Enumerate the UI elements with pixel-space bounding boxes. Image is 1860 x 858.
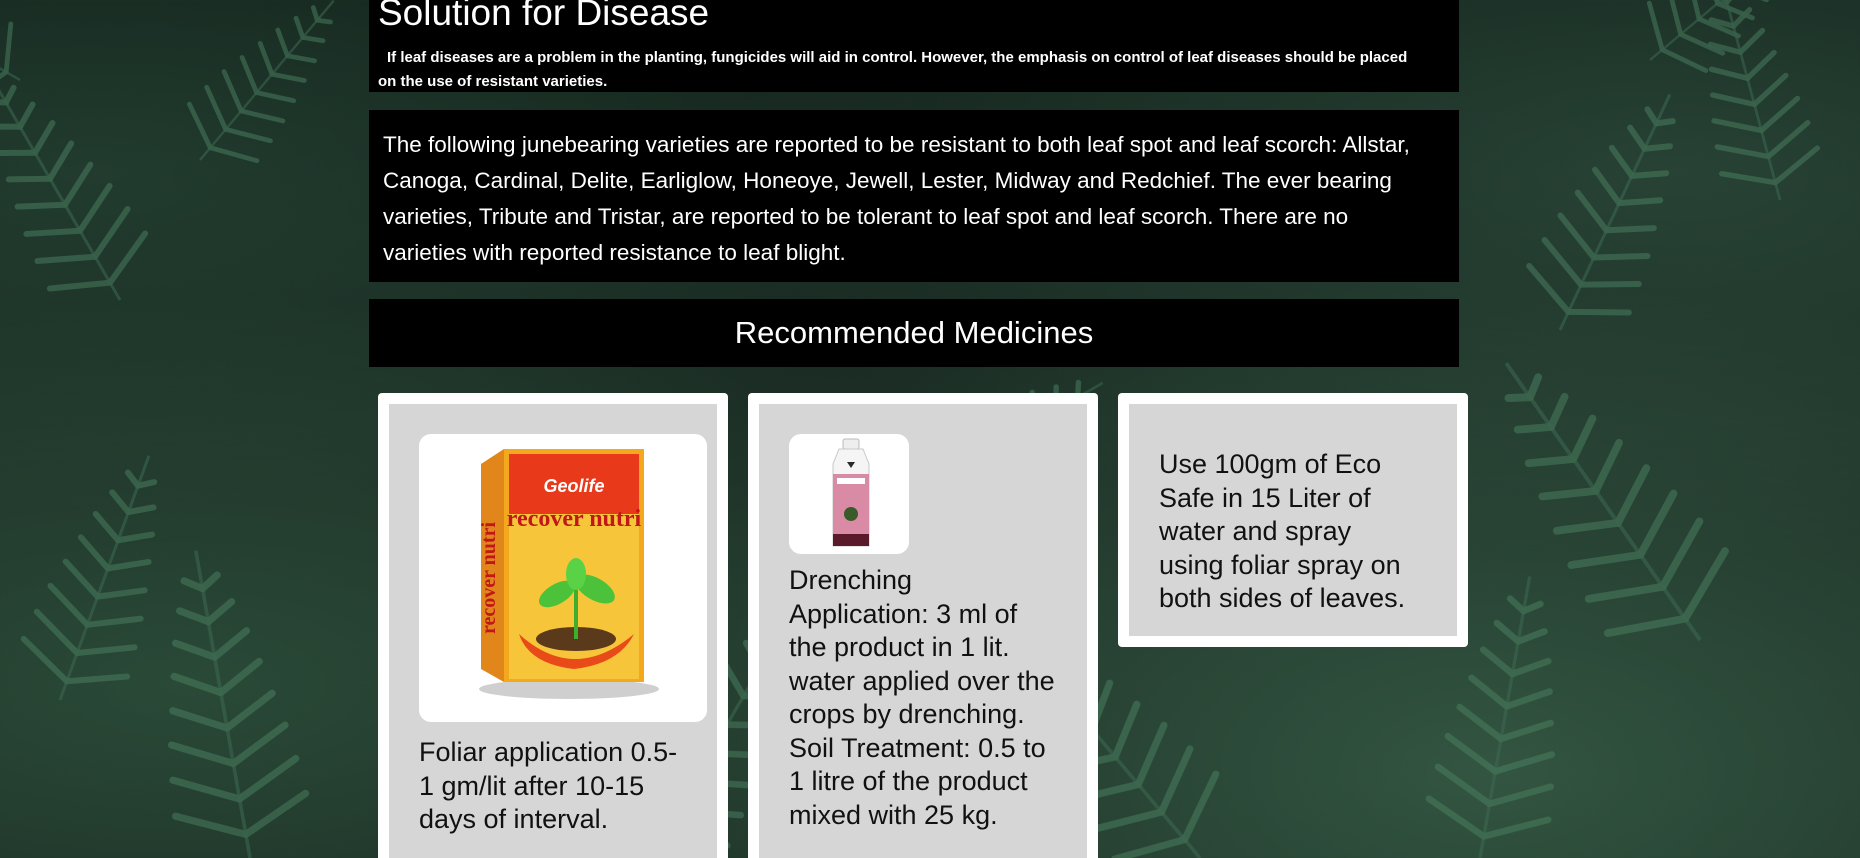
medicine-card: Drenching Application: 3 ml of the produ…	[748, 393, 1098, 858]
medicine-description: Foliar application 0.5-1 gm/lit after 10…	[419, 737, 678, 834]
fungicide-bottle-image	[789, 434, 909, 554]
medicine-description: Use 100gm of Eco Safe in 15 Liter of wat…	[1159, 449, 1406, 613]
medicine-description: Drenching Application: 3 ml of the produ…	[789, 565, 1055, 830]
resistant-varieties-panel: The following junebearing varieties are …	[369, 110, 1459, 282]
page-title: Solution for Disease	[378, 0, 710, 33]
recover-nutri-box-image: Geolife recover nutri recover nutri	[419, 434, 707, 722]
medicine-card-body: Use 100gm of Eco Safe in 15 Liter of wat…	[1129, 404, 1457, 636]
medicine-card: Use 100gm of Eco Safe in 15 Liter of wat…	[1118, 393, 1468, 647]
medicines-heading-panel: Recommended Medicines	[369, 299, 1459, 367]
intro-text: If leaf diseases are a problem in the pl…	[378, 49, 1408, 90]
box-side-text: recover nutri	[478, 522, 500, 634]
title-panel: Solution for Disease If leaf diseases ar…	[369, 0, 1459, 92]
medicines-heading: Recommended Medicines	[734, 315, 1094, 350]
box-name-text: recover nutri	[507, 506, 642, 532]
main-content: Solution for Disease If leaf diseases ar…	[369, 0, 1468, 858]
resistant-varieties-text: The following junebearing varieties are …	[383, 132, 1410, 265]
medicine-card: Geolife recover nutri recover nutri Foli…	[378, 393, 728, 858]
medicine-card-body: Geolife recover nutri recover nutri Foli…	[389, 404, 717, 858]
box-brand-text: Geolife	[543, 476, 604, 496]
medicine-card-body: Drenching Application: 3 ml of the produ…	[759, 404, 1087, 858]
